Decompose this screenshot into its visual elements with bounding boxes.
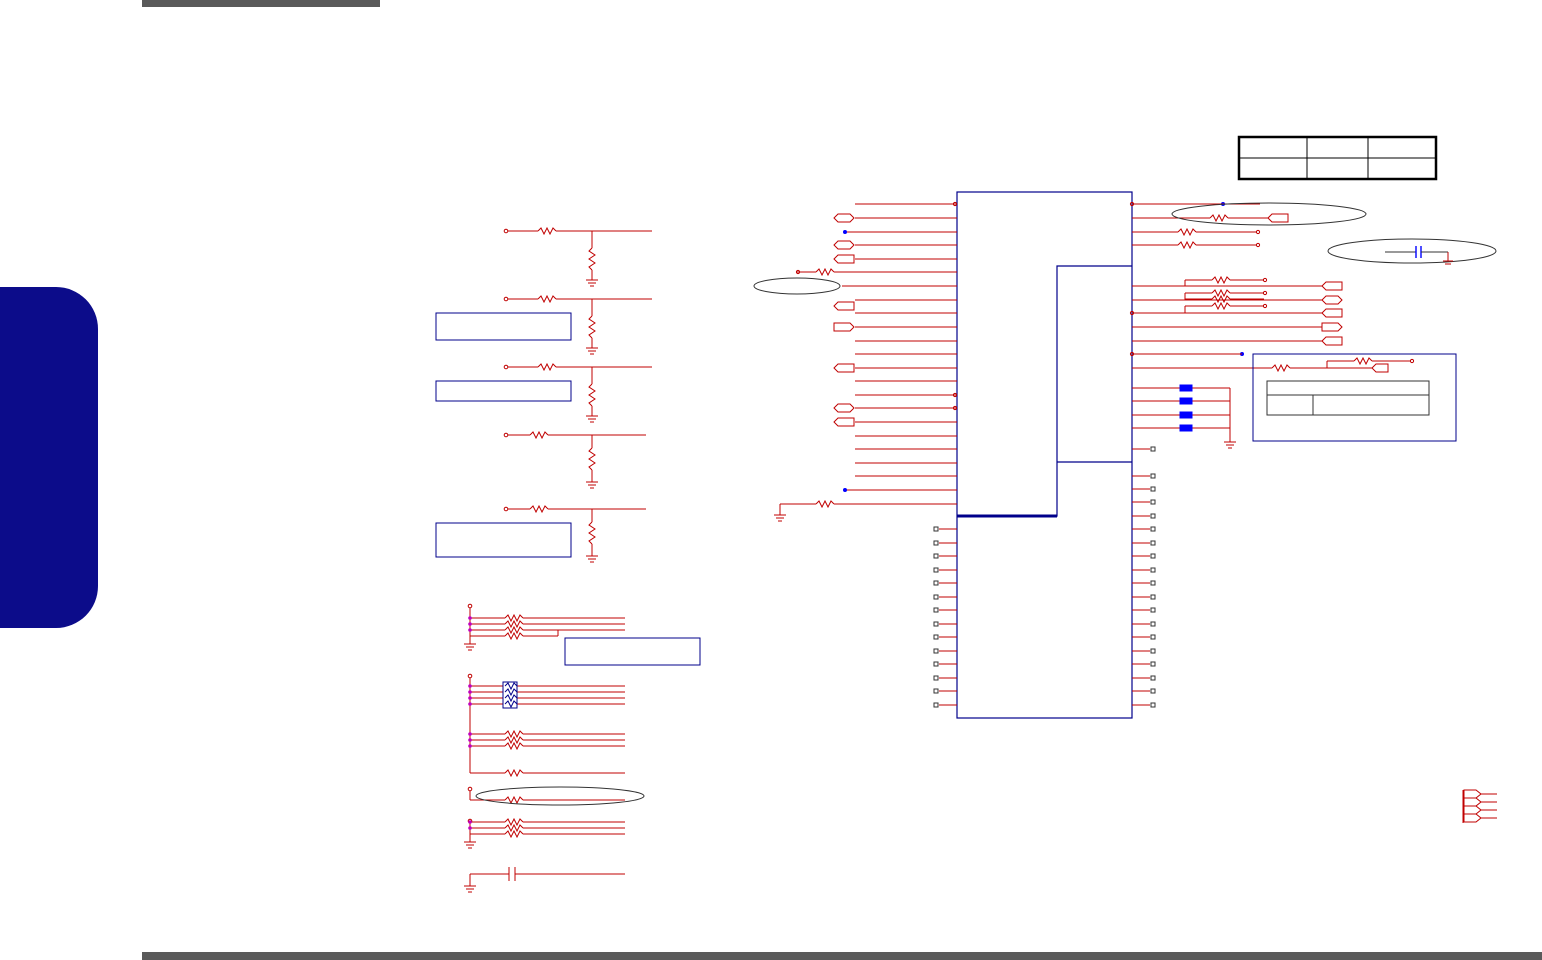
schematic-diagram <box>435 135 1497 893</box>
note-box-group <box>435 312 701 666</box>
capacitor-icon <box>1327 238 1497 265</box>
highlight-ellipse <box>475 786 645 806</box>
highlight-ellipse <box>753 277 841 295</box>
ic-right-signals <box>1129 201 1415 450</box>
divider-group <box>503 226 652 563</box>
info-table <box>1237 135 1438 181</box>
port-connector-icon <box>1267 213 1389 373</box>
ic-pin-group <box>1132 446 1156 708</box>
info-box <box>1252 353 1457 442</box>
highlight-ellipse <box>1171 202 1367 226</box>
ic-pin-group <box>933 526 957 708</box>
ic-left-signals <box>774 201 958 522</box>
main-ic <box>956 191 1133 719</box>
jumper-icon <box>1179 384 1193 432</box>
port-connector-icon <box>1462 789 1497 823</box>
resistor-array-group <box>464 603 625 893</box>
port-connector-icon <box>833 213 855 427</box>
